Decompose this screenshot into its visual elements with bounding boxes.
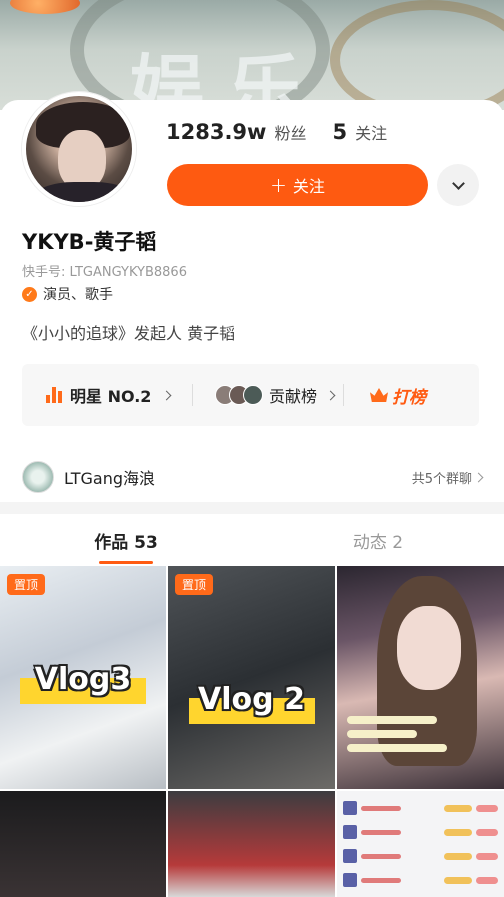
crown-icon [370, 388, 388, 402]
chevron-right-icon [161, 390, 172, 400]
chevron-down-icon [451, 176, 465, 190]
video-thumbnail[interactable] [337, 791, 504, 897]
kuaishou-id[interactable]: 快手号: LTGANGYKYB8866 [22, 261, 187, 280]
contributor-avatars [215, 385, 263, 405]
contribution-label: 贡献榜 [269, 387, 318, 406]
section-divider [0, 502, 504, 514]
group-name: LTGang海浪 [64, 469, 155, 488]
group-count: 共5个群聊 [411, 471, 472, 487]
video-caption: Vlog3 [34, 662, 132, 697]
koi-decoration [10, 0, 80, 14]
following-count[interactable]: 5 [332, 120, 347, 144]
followers-count[interactable]: 1283.9w [166, 120, 266, 144]
hit-list-button[interactable]: 打榜 [344, 364, 426, 426]
video-grid: 置顶 Vlog3 置顶 Vlog 2 [0, 566, 504, 897]
verified-check-icon: ✓ [22, 286, 37, 302]
profile-stats: 1283.9w 粉丝 5 关注 [166, 120, 405, 144]
follow-button-label: 关注 [292, 177, 325, 196]
video-caption: Vlog 2 [198, 682, 305, 717]
pinned-badge: 置顶 [7, 574, 46, 595]
avatar[interactable] [22, 92, 136, 206]
following-label[interactable]: 关注 [355, 120, 387, 144]
tab-moments[interactable]: 动态 2 [252, 514, 504, 566]
group-avatar [22, 461, 54, 493]
bar-chart-icon [46, 387, 62, 403]
rank-bar: 明星 NO.2 贡献榜 打榜 [22, 364, 479, 426]
video-thumbnail[interactable] [337, 566, 504, 789]
profile-name: YKYB-黄子韬 [22, 230, 157, 254]
more-options-button[interactable] [437, 164, 479, 206]
video-thumbnail[interactable]: 置顶 Vlog3 [0, 566, 166, 789]
profile-bio: 《小小的追球》发起人 黄子韬 [22, 324, 236, 343]
followers-label[interactable]: 粉丝 [274, 120, 306, 144]
verification-row: ✓ 演员、歌手 [22, 284, 113, 304]
verified-label: 演员、歌手 [43, 287, 113, 303]
pinned-badge: 置顶 [175, 574, 214, 595]
chevron-right-icon [473, 472, 484, 482]
hit-list-label: 打榜 [392, 387, 426, 408]
chevron-right-icon [325, 390, 336, 400]
star-rank-label: 明星 NO.2 [70, 387, 152, 406]
follow-button[interactable]: + 关注 [167, 164, 428, 206]
star-rank-button[interactable]: 明星 NO.2 [22, 364, 192, 426]
group-chat-row[interactable]: LTGang海浪 共5个群聊 [0, 452, 504, 502]
banner-decoration [330, 0, 504, 110]
content-tabs: 作品 53 动态 2 [0, 514, 504, 566]
video-thumbnail[interactable] [0, 791, 166, 897]
plus-icon: + [270, 173, 287, 197]
tab-works[interactable]: 作品 53 [0, 514, 252, 566]
video-thumbnail[interactable] [168, 791, 335, 897]
video-thumbnail[interactable]: 置顶 Vlog 2 [168, 566, 335, 789]
contribution-list-button[interactable]: 贡献榜 [193, 364, 343, 426]
banner-calligraphy: 娱乐 [130, 47, 326, 110]
